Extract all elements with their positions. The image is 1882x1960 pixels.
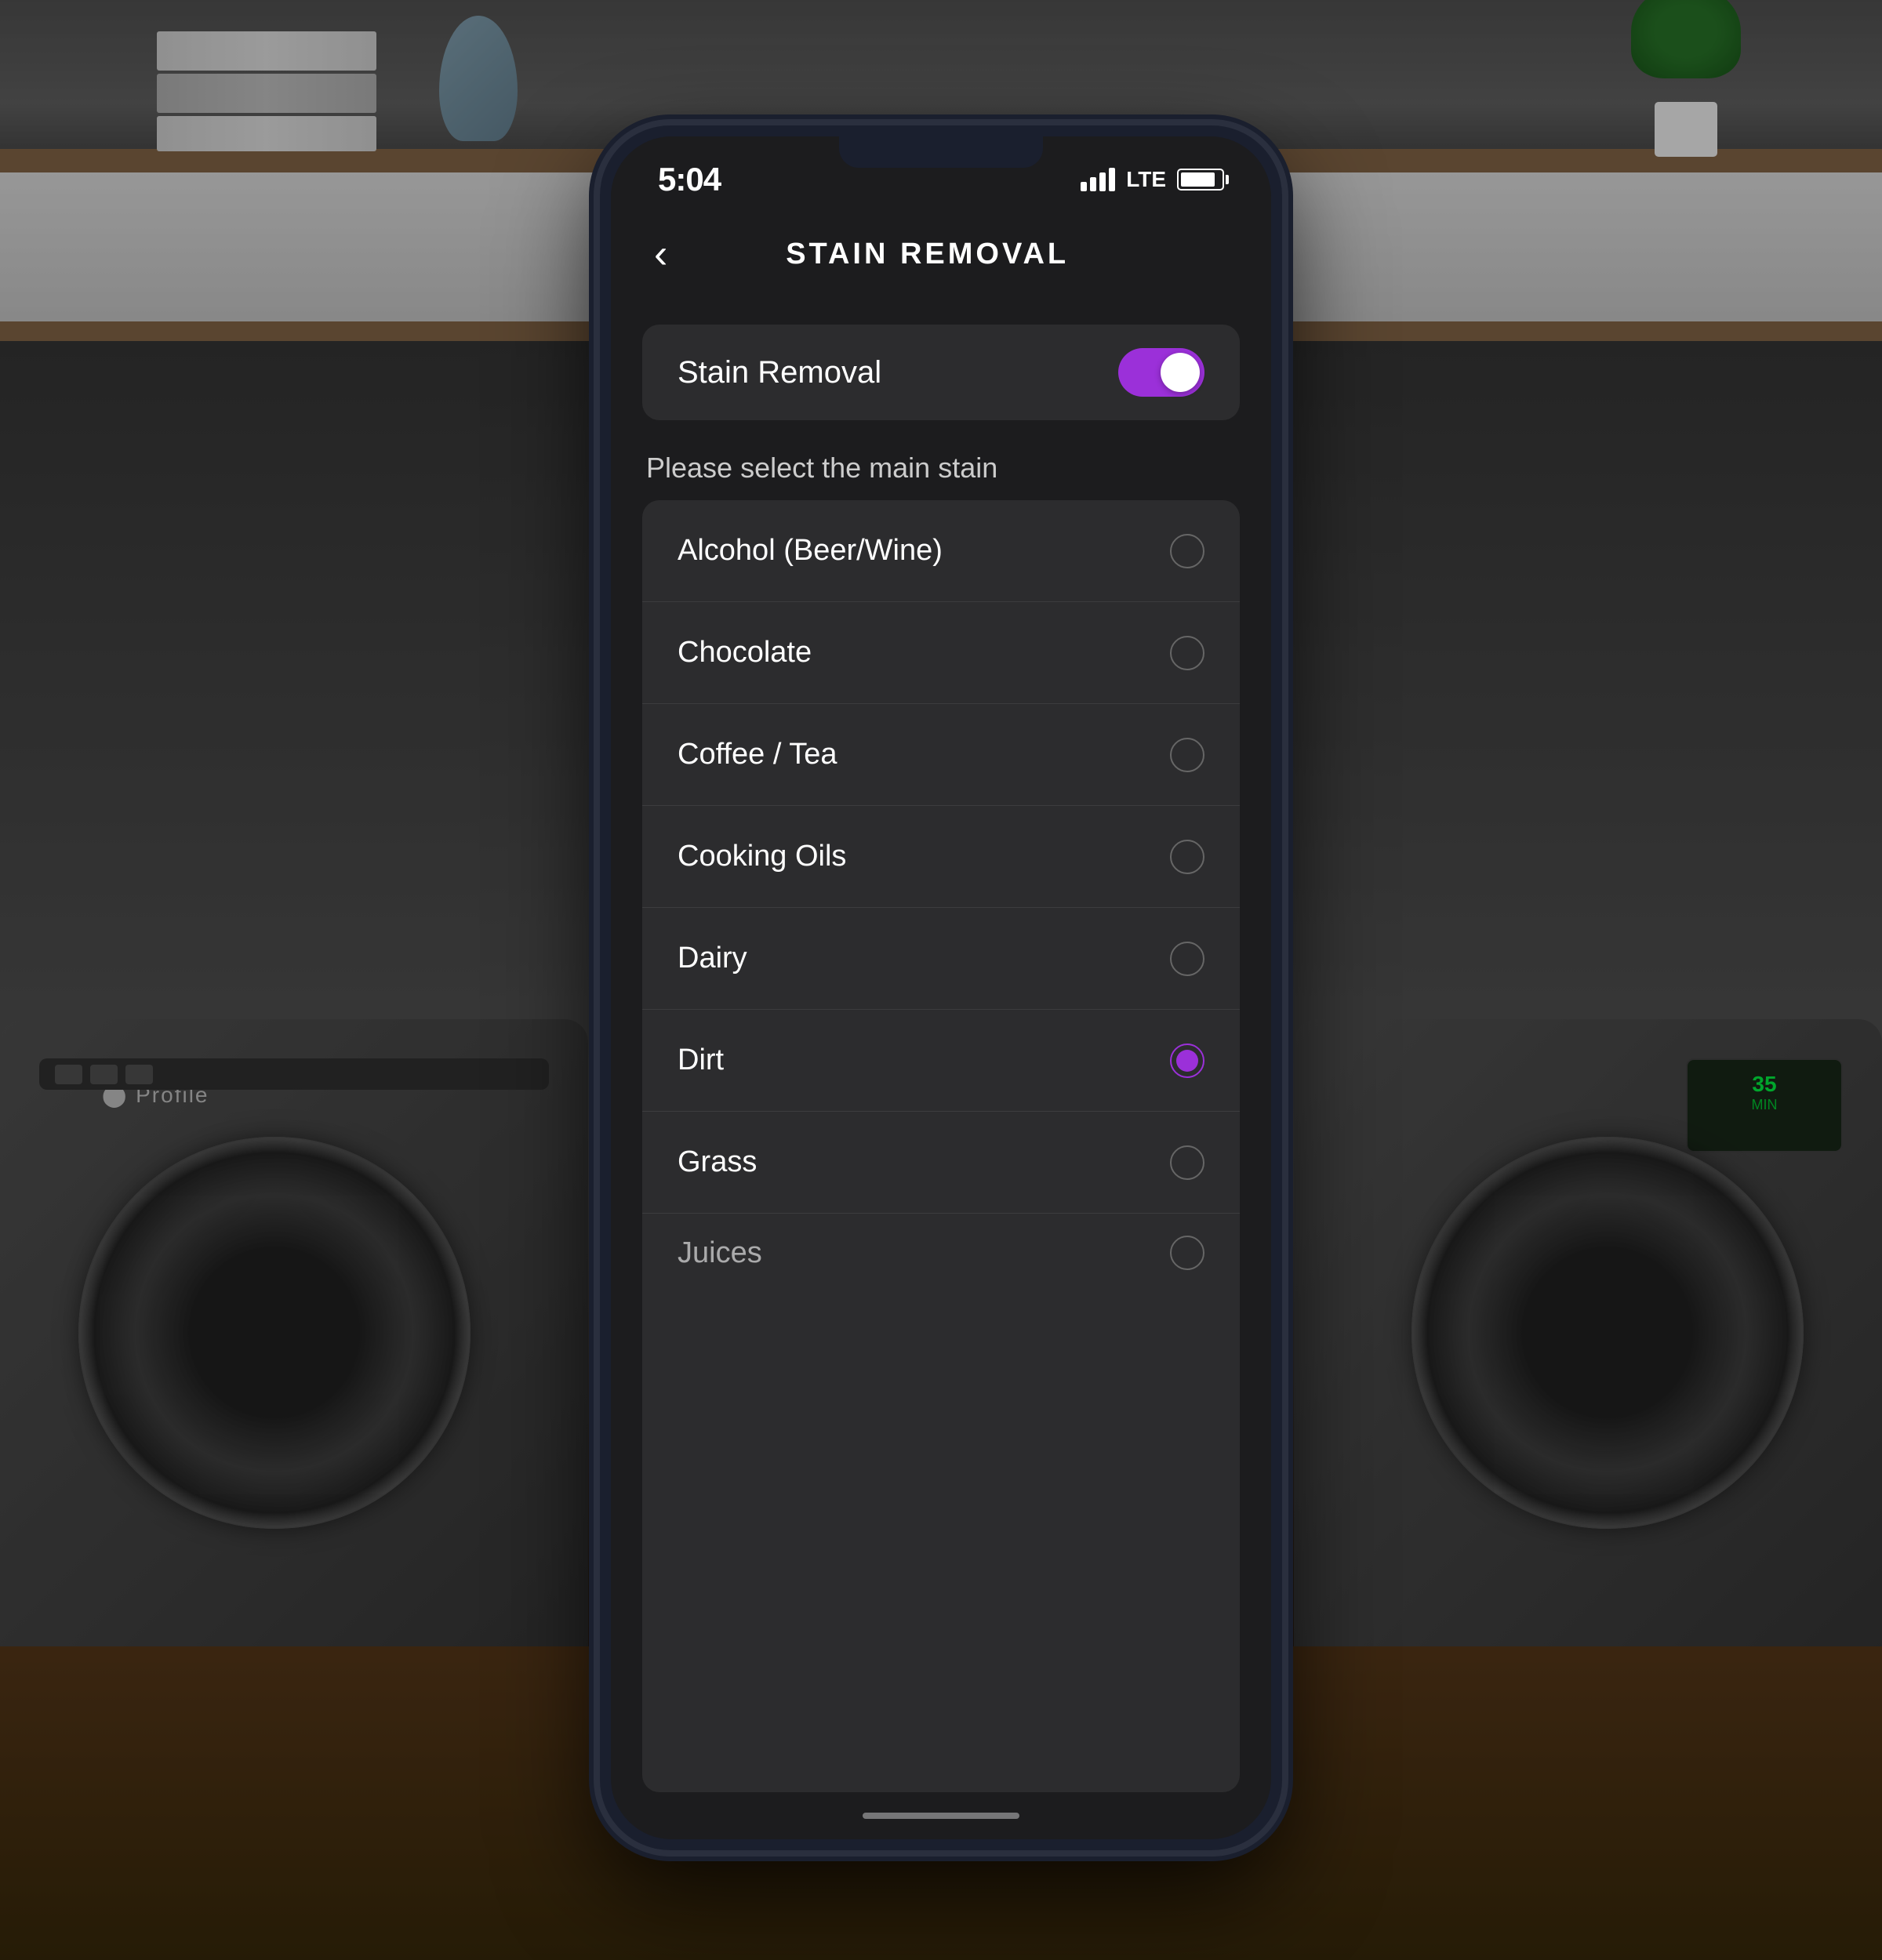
stain-name-juices: Juices: [678, 1236, 762, 1270]
stain-list: Alcohol (Beer/Wine) Chocolate Coffee / T…: [642, 500, 1240, 1792]
stain-item-chocolate[interactable]: Chocolate: [642, 602, 1240, 704]
stain-removal-toggle[interactable]: [1118, 348, 1204, 397]
signal-bar-3: [1099, 172, 1106, 191]
radio-coffee[interactable]: [1170, 738, 1204, 772]
stain-item-cooking-oils[interactable]: Cooking Oils: [642, 806, 1240, 908]
stain-prompt: Please select the main stain: [611, 436, 1271, 500]
stain-name-chocolate: Chocolate: [678, 636, 812, 670]
stain-name-cooking-oils: Cooking Oils: [678, 840, 846, 873]
stain-item-juices[interactable]: Juices: [642, 1214, 1240, 1292]
radio-juices[interactable]: [1170, 1236, 1204, 1270]
battery-fill: [1181, 172, 1215, 187]
phone: 5:04 LTE ‹ STAIN REMOVAL: [600, 125, 1282, 1850]
nav-bar: ‹ STAIN REMOVAL: [611, 207, 1271, 301]
stain-item-alcohol[interactable]: Alcohol (Beer/Wine): [642, 500, 1240, 602]
radio-dirt[interactable]: [1170, 1044, 1204, 1078]
stain-name-dairy: Dairy: [678, 942, 747, 975]
radio-alcohol[interactable]: [1170, 534, 1204, 568]
phone-screen: 5:04 LTE ‹ STAIN REMOVAL: [611, 136, 1271, 1839]
radio-grass[interactable]: [1170, 1145, 1204, 1180]
status-icons: LTE: [1081, 167, 1224, 192]
phone-frame: 5:04 LTE ‹ STAIN REMOVAL: [600, 125, 1282, 1850]
stain-item-grass[interactable]: Grass: [642, 1112, 1240, 1214]
signal-bar-1: [1081, 182, 1087, 191]
radio-chocolate[interactable]: [1170, 636, 1204, 670]
radio-cooking-oils[interactable]: [1170, 840, 1204, 874]
stain-name-coffee: Coffee / Tea: [678, 738, 837, 771]
status-time: 5:04: [658, 161, 721, 198]
stain-item-dirt[interactable]: Dirt: [642, 1010, 1240, 1112]
stain-name-grass: Grass: [678, 1145, 757, 1179]
radio-dairy[interactable]: [1170, 942, 1204, 976]
battery-icon: [1177, 169, 1224, 191]
signal-bar-2: [1090, 177, 1096, 191]
home-bar: [863, 1813, 1019, 1819]
stain-name-dirt: Dirt: [678, 1044, 724, 1077]
back-button[interactable]: ‹: [654, 234, 667, 274]
toggle-label: Stain Removal: [678, 355, 881, 390]
signal-bar-4: [1109, 168, 1115, 191]
stain-item-coffee[interactable]: Coffee / Tea: [642, 704, 1240, 806]
toggle-row: Stain Removal: [642, 325, 1240, 420]
toggle-knob: [1161, 353, 1200, 392]
notch: [839, 136, 1043, 168]
stain-name-alcohol: Alcohol (Beer/Wine): [678, 534, 943, 568]
page-title: STAIN REMOVAL: [667, 238, 1187, 271]
signal-icon: [1081, 168, 1115, 191]
stain-item-dairy[interactable]: Dairy: [642, 908, 1240, 1010]
home-indicator: [611, 1792, 1271, 1839]
lte-label: LTE: [1126, 167, 1166, 192]
